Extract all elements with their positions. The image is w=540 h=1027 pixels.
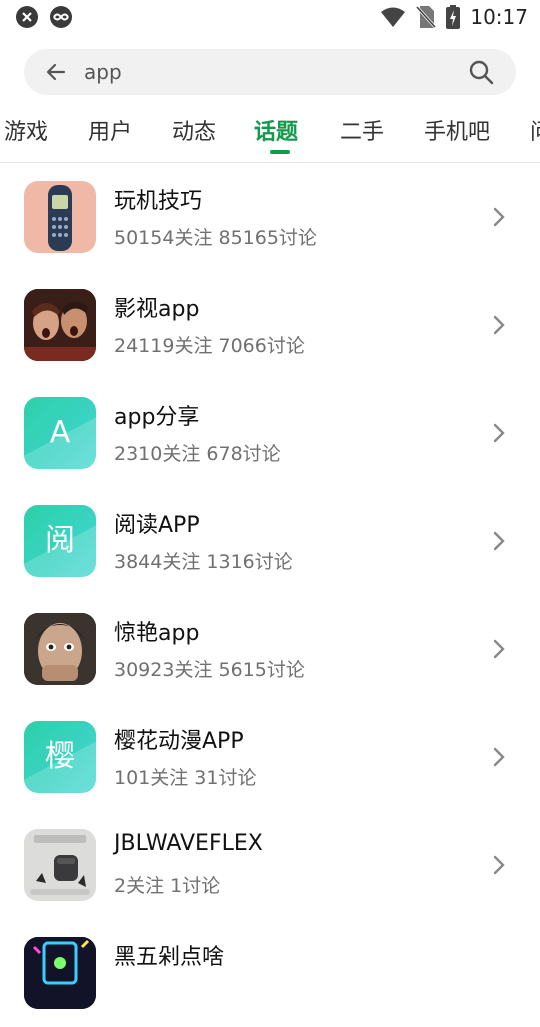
category-tabs: 游戏 用户 动态 话题 二手 手机吧 问 [0,110,540,162]
topic-row[interactable]: A app分享 2310关注 678讨论 [0,379,540,487]
topic-thumbnail: 樱 [24,721,96,793]
topic-thumbnail [24,613,96,685]
topic-title: 玩机技巧 [114,189,203,214]
chevron-right-icon [493,855,505,875]
shield-icon [16,6,38,28]
topic-initial: 樱 [45,739,75,774]
topic-stats: 2关注 1讨论 [114,875,221,897]
chevron-right-icon [493,423,505,443]
clock: 10:17 [470,5,528,29]
topic-title: app分享 [114,405,200,430]
topic-stats: 30923关注 5615讨论 [114,659,305,681]
topic-title: JBLWAVEFLEX [114,831,263,856]
topic-stats: 3844关注 1316讨论 [114,551,293,573]
topic-stats: 24119关注 7066讨论 [114,335,305,357]
topic-thumbnail [24,829,96,901]
chevron-right-icon [493,531,505,551]
link-icon [50,6,72,28]
wifi-icon [381,7,406,27]
topic-row[interactable]: JBLWAVEFLEX 2关注 1讨论 [0,811,540,919]
tab-users[interactable]: 用户 [88,114,132,146]
topic-row[interactable]: 玩机技巧 50154关注 85165讨论 [0,163,540,271]
tab-topics[interactable]: 话题 [254,114,298,146]
topic-thumbnail [24,289,96,361]
topic-row[interactable]: 影视app 24119关注 7066讨论 [0,271,540,379]
topic-title: 樱花动漫APP [114,729,244,754]
topic-stats: 101关注 31讨论 [114,767,257,789]
topic-row[interactable]: 惊艳app 30923关注 5615讨论 [0,595,540,703]
topic-title: 惊艳app [114,621,200,646]
topic-row[interactable]: 樱 樱花动漫APP 101关注 31讨论 [0,703,540,811]
topic-thumbnail: A [24,397,96,469]
chevron-right-icon [493,315,505,335]
tab-secondhand[interactable]: 二手 [340,114,384,146]
topic-stats: 2310关注 678讨论 [114,443,281,465]
chevron-right-icon [493,639,505,659]
tab-feed[interactable]: 动态 [172,114,216,146]
topic-initial: A [49,415,71,450]
topic-title: 阅读APP [114,513,200,538]
topic-stats: 50154关注 85165讨论 [114,227,317,249]
topic-thumbnail [24,181,96,253]
topic-row[interactable]: 阅 阅读APP 3844关注 1316讨论 [0,487,540,595]
chevron-right-icon [493,207,505,227]
topic-initial: 阅 [45,523,75,558]
search-bar[interactable]: app [24,49,516,95]
active-tab-indicator [270,150,290,154]
search-icon[interactable] [468,59,494,85]
topic-row[interactable]: 黑五剁点啥 [0,919,540,1027]
topic-thumbnail: 阅 [24,505,96,577]
tab-questions[interactable]: 问 [530,114,540,146]
topic-title: 黑五剁点啥 [114,945,225,970]
topic-thumbnail [24,937,96,1009]
search-input[interactable]: app [84,60,122,84]
topic-title: 影视app [114,297,200,322]
tab-games[interactable]: 游戏 [4,114,48,146]
back-arrow-icon[interactable] [44,60,68,84]
no-sim-icon [416,5,437,29]
chevron-right-icon [493,747,505,767]
tab-phone-forum[interactable]: 手机吧 [424,114,490,146]
status-bar: 10:17 [0,0,540,36]
battery-charging-icon [446,5,461,29]
